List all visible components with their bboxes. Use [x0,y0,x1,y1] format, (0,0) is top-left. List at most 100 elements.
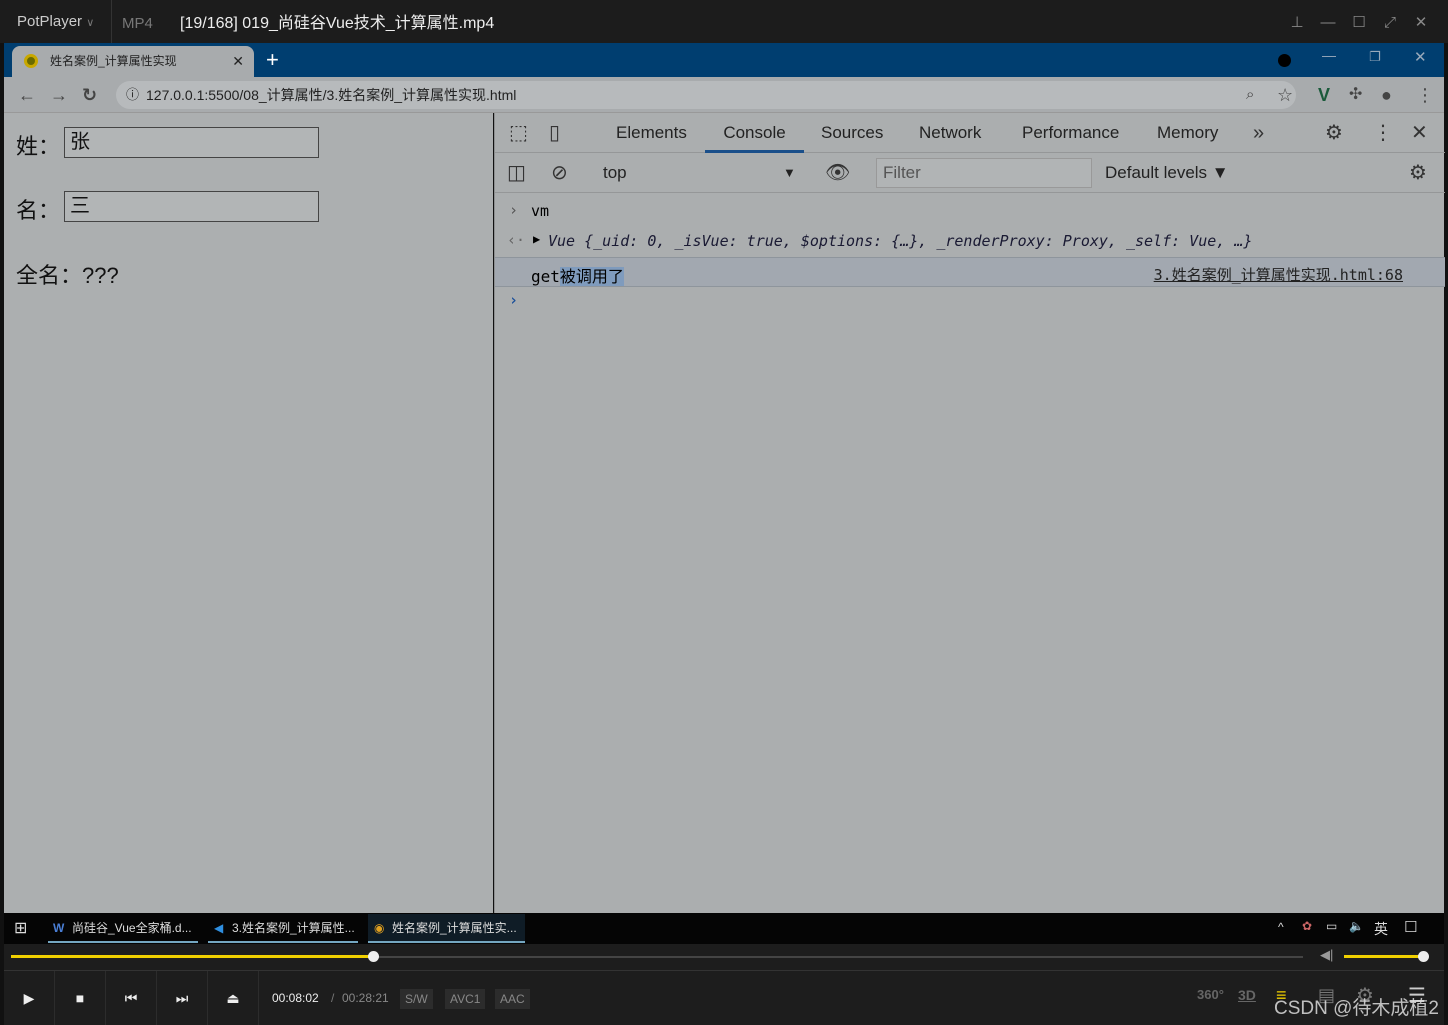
forward-icon[interactable]: → [50,77,68,113]
menu-icon[interactable]: ⋮ [1416,77,1434,113]
inspect-element-icon[interactable]: ⬚ [509,113,528,153]
extensions-icon[interactable]: ✣ [1349,77,1362,113]
vr-360-button[interactable]: 360° [1197,987,1224,1002]
tab-elements[interactable]: Elements [616,113,687,153]
total-time: 00:28:21 [342,991,389,1005]
record-icon [1278,54,1291,67]
windows-start-icon[interactable]: ⊞ [14,918,27,938]
context-select[interactable]: top ▼ [603,153,803,193]
log-levels-select[interactable]: Default levels ▼ [1105,153,1229,193]
maximize-button[interactable]: ☐ [1344,0,1374,45]
address-bar-row: ← → ↻ ⓘ 127.0.0.1:5500/08_计算属性/3.姓名案例_计算属… [4,77,1444,113]
console-toolbar: ◫ ⊘ top ▼ 👁 Filter Default levels ▼ ⚙ [495,153,1445,193]
more-tabs-icon[interactable]: » [1253,113,1264,153]
eject-button[interactable]: ⏏ [208,971,259,1025]
url-text: 127.0.0.1:5500/08_计算属性/3.姓名案例_计算属性实现.htm… [146,87,517,103]
pin-icon[interactable]: ⊥ [1282,0,1312,45]
tray-app-icon[interactable]: ✿ [1302,919,1312,933]
tab-memory[interactable]: Memory [1157,113,1218,153]
video-codec-badge[interactable]: AVC1 [445,989,486,1009]
tab-performance[interactable]: Performance [1022,113,1119,153]
volume-handle[interactable] [1418,951,1429,962]
console-settings-icon[interactable]: ⚙ [1409,153,1427,193]
watermark: CSDN @待木成植2 [1274,998,1439,1019]
first-name-label: 名： [16,198,61,223]
back-icon[interactable]: ← [18,77,36,113]
volume-slider[interactable] [1344,955,1424,958]
taskbar-item-chrome[interactable]: ◉ 姓名案例_计算属性实... [368,914,525,943]
devtools-tab-bar: ⬚ ▯ Elements Console Sources Network Per… [495,113,1445,153]
player-controls: ▶ ■ ⏮ ⏭ ⏏ 00:08:02 / 00:28:21 S/W AVC1 A… [4,970,1444,1025]
minimize-button[interactable]: — [1313,0,1343,45]
selected-text: 被调用了 [559,267,624,286]
potplayer-menu[interactable]: PotPlayer ∨ [0,0,112,43]
profile-avatar[interactable]: ● [1381,77,1392,113]
taskbar-item-word[interactable]: W 尚硅谷_Vue全家桶.d... [48,914,198,943]
clear-console-icon[interactable]: ⊘ [551,153,568,193]
console-log-row: get被调用了 3.姓名案例_计算属性实现.html:68 [495,257,1445,287]
settings-gear-icon[interactable]: ⚙ [1325,113,1343,153]
device-toolbar-icon[interactable]: ▯ [549,113,560,153]
ime-indicator[interactable]: 英 [1374,919,1388,939]
console-input-line: vm [531,202,550,220]
3d-button[interactable]: 3D [1238,987,1256,1003]
expand-triangle-icon[interactable]: ▶ [533,232,540,246]
windows-taskbar: ⊞ W 尚硅谷_Vue全家桶.d... ◀ 3.姓名案例_计算属性... ◉ 姓名案例… [4,913,1444,944]
tab-console[interactable]: Console [705,113,804,153]
mute-icon[interactable]: ◀| [1320,947,1333,963]
last-name-input[interactable]: 张 [64,127,319,158]
battery-icon[interactable]: ▭ [1326,919,1337,933]
seek-bar[interactable]: ◀| [4,944,1444,970]
next-button[interactable]: ⏭ [157,971,208,1025]
tab-network[interactable]: Network [919,113,981,153]
tray-chevron-icon[interactable]: ^ [1278,920,1284,934]
app-name: PotPlayer [17,13,83,30]
audio-codec-badge[interactable]: AAC [495,989,530,1009]
player-title-bar: PotPlayer ∨ MP4 [19/168] 019_尚硅谷Vue技术_计算… [0,0,1448,43]
favicon-icon [24,54,38,68]
decoder-badge[interactable]: S/W [400,989,433,1009]
vue-devtools-icon[interactable]: V [1318,77,1330,113]
bookmark-star-icon[interactable]: ☆ [1277,77,1293,113]
sidebar-toggle-icon[interactable]: ◫ [507,153,526,193]
word-icon: W [53,921,65,935]
more-options-icon[interactable]: ⋮ [1373,113,1393,153]
browser-restore[interactable]: ❐ [1369,49,1381,65]
context-value: top [603,163,627,182]
notification-icon[interactable]: ☐ [1404,918,1417,936]
live-expression-eye-icon[interactable]: 👁 [825,153,850,193]
close-button[interactable]: ✕ [1406,0,1436,45]
log-source-link[interactable]: 3.姓名案例_计算属性实现.html:68 [1154,264,1403,285]
volume-tray-icon[interactable]: 🔈 [1349,919,1364,933]
devtools-panel: ⬚ ▯ Elements Console Sources Network Per… [494,113,1445,913]
new-tab-button[interactable]: + [266,43,279,77]
vscode-icon: ◀ [214,921,224,935]
close-devtools-icon[interactable]: ✕ [1411,113,1428,153]
close-tab-icon[interactable]: ✕ [232,46,244,77]
reload-icon[interactable]: ↻ [82,77,97,113]
tab-sources[interactable]: Sources [821,113,883,153]
page-content: 姓： 张 名： 三 全名：??? [4,113,493,913]
log-message: get被调用了 [531,263,624,287]
browser-minimize[interactable]: — [1322,47,1336,63]
play-button[interactable]: ▶ [4,971,55,1025]
time-separator: / [331,991,335,1005]
console-prompt[interactable]: › [509,291,518,309]
stop-button[interactable]: ■ [55,971,106,1025]
seek-handle[interactable] [367,951,379,962]
zoom-icon[interactable]: ⌕ [1246,77,1254,113]
console-result-object[interactable]: Vue {_uid: 0, _isVue: true, $options: {…… [548,232,1252,250]
log-prefix: get [531,267,560,286]
browser-close[interactable]: ✕ [1414,48,1427,66]
taskbar-item-vscode[interactable]: ◀ 3.姓名案例_计算属性... [208,914,358,943]
full-name-text: 全名：??? [16,263,119,288]
previous-button[interactable]: ⏮ [106,971,157,1025]
fullscreen-button[interactable]: ⤢ [1375,0,1405,45]
current-time: 00:08:02 [272,991,319,1005]
first-name-input[interactable]: 三 [64,191,319,222]
filter-input[interactable]: Filter [876,158,1092,188]
browser-tab[interactable]: 姓名案例_计算属性实现 ✕ [12,46,254,77]
result-arrow-icon: ‹· [507,231,526,249]
seek-progress [11,955,373,958]
url-input[interactable]: ⓘ 127.0.0.1:5500/08_计算属性/3.姓名案例_计算属性实现.ht… [116,81,1296,109]
